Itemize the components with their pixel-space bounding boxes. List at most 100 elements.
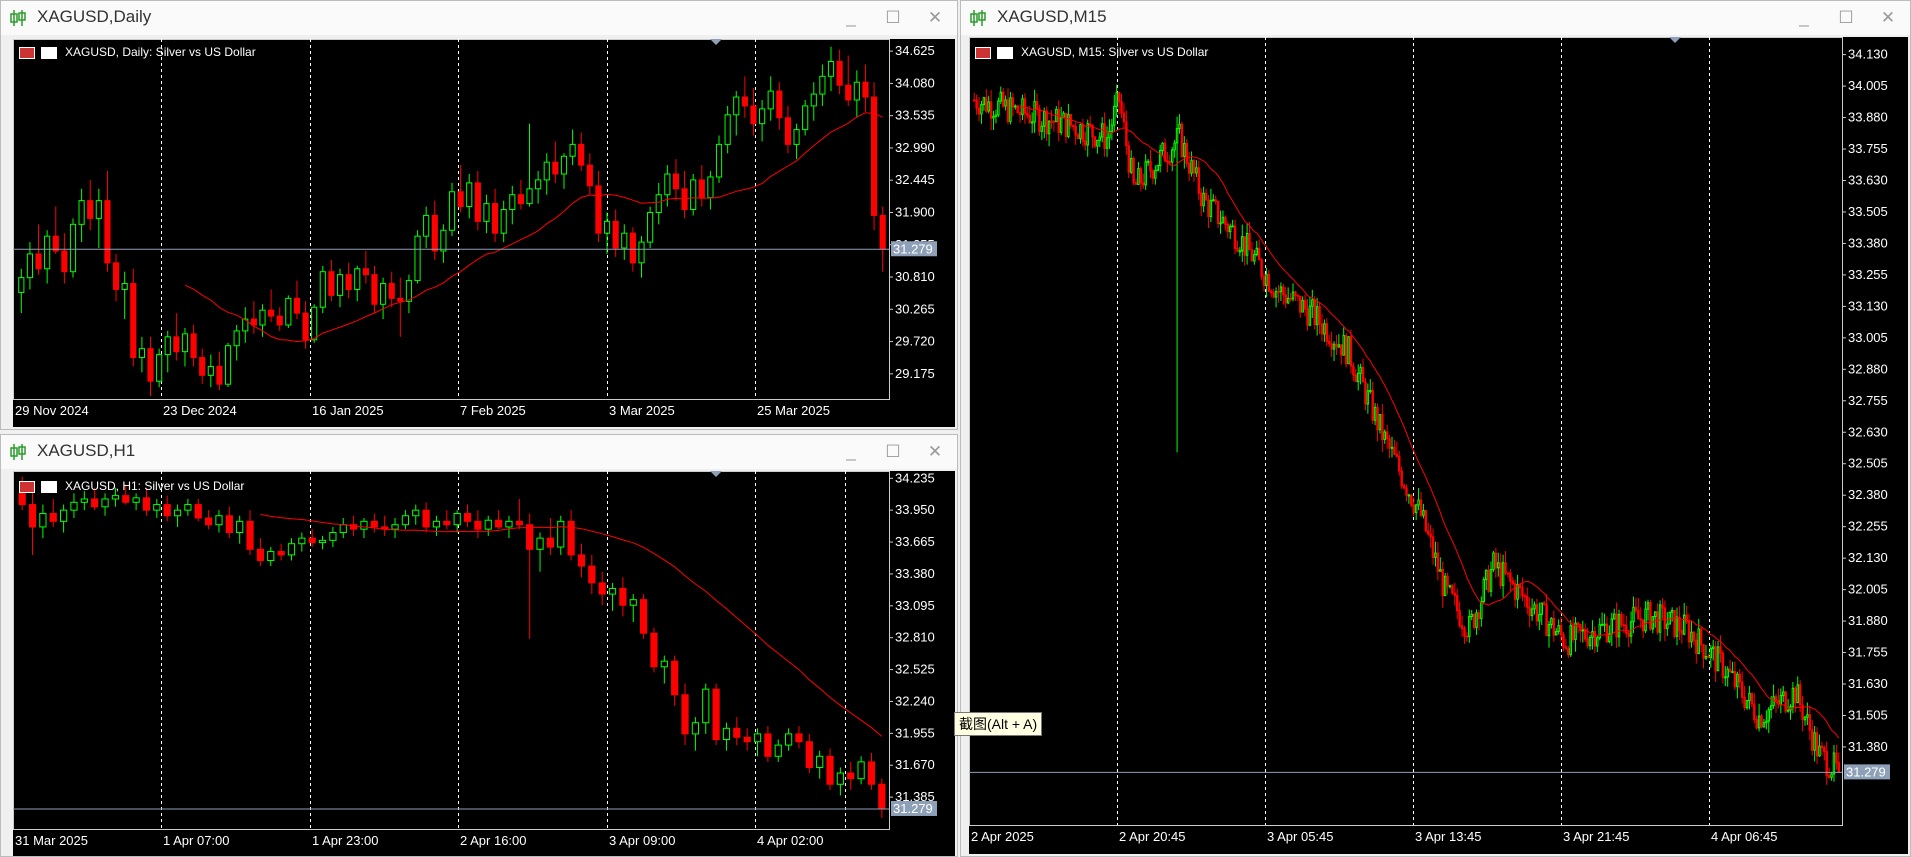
chart-canvas[interactable]: 31 Mar 2025 1 Apr 07:00 1 Apr 23:00 2 Apr 1… bbox=[13, 471, 955, 856]
chart-canvas[interactable]: 29 Nov 2024 23 Dec 2024 16 Jan 2025 7 Feb 2… bbox=[13, 39, 955, 427]
candle-body bbox=[722, 727, 731, 740]
candle-body bbox=[982, 97, 986, 106]
candle-body bbox=[712, 688, 720, 740]
candle-body bbox=[1332, 343, 1336, 350]
x-tick-label: 3 Apr 05:45 bbox=[1267, 829, 1334, 844]
candle-body bbox=[1011, 97, 1015, 108]
close-button[interactable]: ✕ bbox=[915, 439, 955, 465]
chart-shift-marker[interactable] bbox=[710, 39, 722, 45]
candle-body bbox=[1202, 192, 1205, 207]
candle-body bbox=[764, 733, 772, 757]
candle-body bbox=[391, 524, 399, 530]
y-tick-label: 29.720 bbox=[895, 334, 935, 349]
candle-body bbox=[515, 520, 523, 526]
candle-body bbox=[233, 330, 240, 347]
candle-body bbox=[999, 91, 1002, 102]
candle-body bbox=[1644, 608, 1647, 632]
candle-body bbox=[1014, 105, 1017, 108]
candle-body bbox=[1798, 684, 1802, 706]
flag-icon bbox=[975, 46, 991, 59]
chart-canvas[interactable]: 2 Apr 2025 2 Apr 20:45 3 Apr 05:45 3 Apr 13… bbox=[969, 37, 1908, 854]
maximize-button[interactable]: ☐ bbox=[873, 439, 913, 465]
minimize-button[interactable]: _ bbox=[831, 439, 871, 465]
close-button[interactable]: ✕ bbox=[1868, 5, 1908, 31]
candle-body bbox=[495, 519, 503, 528]
candle-body bbox=[121, 283, 128, 290]
candle-body bbox=[1791, 687, 1795, 708]
candle-body bbox=[1663, 607, 1667, 630]
candlestick-icon bbox=[970, 10, 986, 26]
y-tick-label: 34.130 bbox=[1848, 47, 1888, 62]
y-tick-label: 33.880 bbox=[1848, 110, 1888, 125]
candle-body bbox=[236, 520, 244, 534]
candle-body bbox=[1282, 286, 1285, 296]
candle-body bbox=[1228, 225, 1232, 233]
candle-body bbox=[1605, 623, 1609, 643]
minimize-button[interactable]: _ bbox=[1784, 5, 1824, 31]
candle-body bbox=[1654, 611, 1657, 618]
candle-body bbox=[1175, 128, 1179, 144]
candle-body bbox=[603, 220, 611, 234]
candle-body bbox=[1197, 167, 1201, 194]
x-tick-label: 23 Dec 2024 bbox=[163, 403, 237, 418]
candle-body bbox=[1542, 602, 1546, 605]
candle-body bbox=[1446, 575, 1449, 587]
window-title: XAGUSD,Daily bbox=[37, 7, 152, 26]
candle-body bbox=[463, 513, 472, 522]
candle-body bbox=[862, 81, 869, 98]
candle-body bbox=[878, 783, 886, 810]
titlebar[interactable]: XAGUSD,M15 _ ☐ ✕ bbox=[961, 1, 1910, 35]
chart-symbol-label: XAGUSD, Daily: Silver vs US Dollar bbox=[19, 45, 256, 59]
close-button[interactable]: ✕ bbox=[915, 5, 955, 31]
candle-body bbox=[1827, 775, 1831, 778]
daily-chart-window[interactable]: XAGUSD,Daily _ ☐ ✕ 29 Nov 2024 23 Dec 202… bbox=[0, 0, 958, 430]
candle-body bbox=[1794, 687, 1797, 704]
candle-body bbox=[246, 520, 254, 550]
candle-body bbox=[698, 179, 705, 199]
candle-body bbox=[857, 761, 865, 780]
candle-body bbox=[595, 185, 602, 234]
candle-body bbox=[1772, 696, 1775, 707]
y-tick-label: 34.080 bbox=[895, 75, 935, 90]
candle-body bbox=[1226, 223, 1230, 233]
candle-body bbox=[1552, 617, 1556, 636]
candle-body bbox=[267, 551, 275, 562]
candle-body bbox=[1185, 143, 1188, 164]
candle-body bbox=[156, 354, 163, 382]
candle-body bbox=[1576, 622, 1580, 625]
candle-body bbox=[130, 283, 137, 359]
candle-body bbox=[1330, 343, 1333, 350]
candle-body bbox=[1105, 137, 1109, 149]
candle-body bbox=[1750, 692, 1754, 705]
y-tick-label: 33.755 bbox=[1848, 141, 1888, 156]
candle-body bbox=[354, 268, 361, 290]
h1-chart-window[interactable]: XAGUSD,H1 _ ☐ ✕ 31 Mar 2025 1 Apr 07:00 1 … bbox=[0, 434, 958, 857]
candle-body bbox=[1704, 656, 1708, 659]
candle-body bbox=[1757, 715, 1761, 729]
maximize-button[interactable]: ☐ bbox=[1826, 5, 1866, 31]
chart-shift-marker[interactable] bbox=[710, 471, 722, 477]
minimize-button[interactable]: _ bbox=[831, 5, 871, 31]
candle-body bbox=[733, 727, 741, 738]
candle-body bbox=[805, 741, 813, 768]
maximize-button[interactable]: ☐ bbox=[873, 5, 913, 31]
candle-body bbox=[994, 114, 998, 117]
candle-body bbox=[1711, 646, 1715, 649]
candle-body bbox=[1250, 249, 1254, 262]
candle-body bbox=[1059, 117, 1063, 133]
titlebar[interactable]: XAGUSD,H1 _ ☐ ✕ bbox=[1, 435, 957, 469]
candle-body bbox=[1690, 631, 1693, 643]
candle-body bbox=[500, 209, 507, 234]
candle-body bbox=[992, 115, 995, 119]
titlebar[interactable]: XAGUSD,Daily _ ☐ ✕ bbox=[1, 1, 957, 35]
candle-body bbox=[1468, 616, 1471, 637]
candle-body bbox=[546, 537, 554, 548]
chart-shift-marker[interactable] bbox=[1669, 37, 1681, 43]
candle-body bbox=[647, 211, 654, 243]
candle-body bbox=[1475, 612, 1478, 628]
candle-body bbox=[741, 96, 748, 107]
candle-body bbox=[1779, 695, 1783, 705]
m15-chart-window[interactable]: XAGUSD,M15 _ ☐ ✕ 2 Apr 2025 2 Apr 20:45 3 … bbox=[960, 0, 1911, 857]
candle-body bbox=[1122, 112, 1126, 123]
candle-body bbox=[1221, 216, 1225, 224]
